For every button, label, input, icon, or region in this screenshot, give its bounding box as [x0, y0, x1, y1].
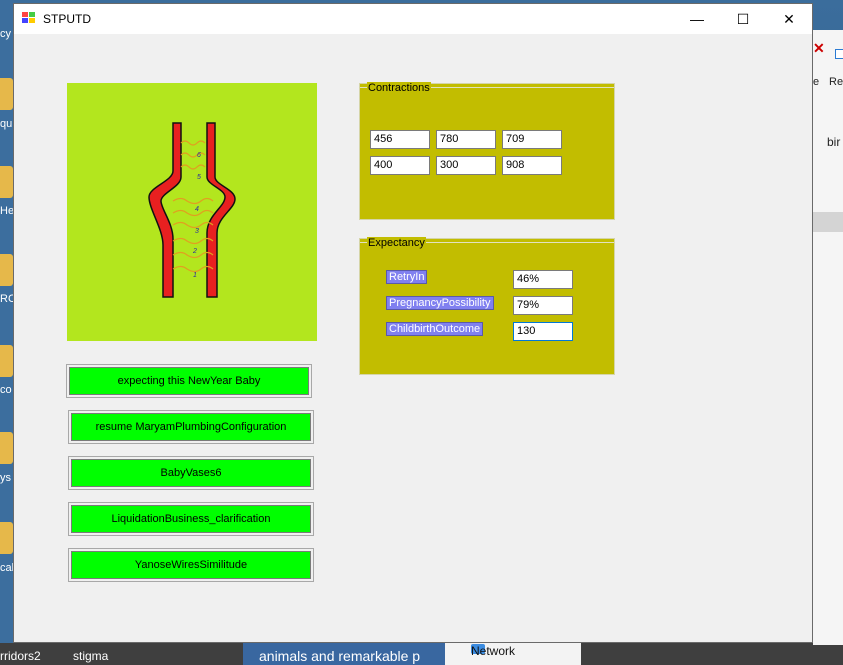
contraction-field[interactable]: 400 [370, 156, 430, 175]
desktop-label[interactable]: cy [0, 28, 11, 40]
folder-icon[interactable] [0, 254, 13, 286]
contractions-group: Contractions 456 780 709 400 300 908 [359, 82, 615, 220]
vessel-picture: 6 5 4 3 2 1 [67, 83, 317, 341]
level-number: 4 [195, 206, 199, 213]
background-window-preview: animals and remarkable p [243, 643, 445, 665]
level-number: 3 [195, 228, 199, 235]
childbirth-outcome-field[interactable]: 130 [513, 322, 573, 341]
network-item[interactable]: Network [445, 640, 581, 665]
yanose-wires-button[interactable]: YanoseWiresSimilitude [68, 548, 314, 582]
button-label: YanoseWiresSimilitude [71, 551, 311, 579]
baby-vases-button[interactable]: BabyVases6 [68, 456, 314, 490]
contraction-field[interactable]: 709 [502, 130, 562, 149]
expecting-newyear-baby-button[interactable]: expecting this NewYear Baby [66, 364, 312, 398]
close-icon: ✕ [813, 40, 825, 56]
folder-icon[interactable] [0, 522, 13, 554]
desktop-label[interactable]: He [0, 205, 14, 217]
scroll-area [813, 212, 843, 232]
ribbon-text: e [813, 76, 820, 88]
resume-plumbing-button[interactable]: resume MaryamPlumbingConfiguration [68, 410, 314, 444]
minimize-button[interactable]: — [674, 4, 720, 34]
level-number: 6 [197, 152, 201, 159]
pregnancy-possibility-field[interactable]: 79% [513, 296, 573, 315]
background-window-edge: ✕ e Re bir [813, 30, 843, 645]
contraction-field[interactable]: 908 [502, 156, 562, 175]
desktop-label[interactable]: cal [0, 562, 14, 574]
window-title: STPUTD [43, 12, 91, 26]
folder-icon[interactable] [0, 166, 13, 198]
maximize-button[interactable]: ☐ [720, 4, 766, 34]
desktop-label[interactable]: co [0, 384, 12, 396]
expectancy-group: Expectancy RetryIn 46% PregnancyPossibil… [359, 237, 615, 375]
button-label: resume MaryamPlumbingConfiguration [71, 413, 311, 441]
main-window: STPUTD — ☐ ✕ 6 5 4 3 2 1 expecting this … [13, 3, 813, 643]
pregnancy-possibility-label: PregnancyPossibility [386, 296, 494, 310]
button-label: BabyVases6 [71, 459, 311, 487]
path-text: bir [827, 135, 841, 149]
childbirth-outcome-label: ChildbirthOutcome [386, 322, 484, 336]
button-label: LiquidationBusiness_clarification [71, 505, 311, 533]
ribbon-text: Re [829, 76, 843, 88]
network-label: Network [471, 644, 516, 658]
contraction-field[interactable]: 300 [436, 156, 496, 175]
folder-icon[interactable] [0, 432, 13, 464]
retryin-label: RetryIn [386, 270, 428, 284]
folder-icon[interactable] [0, 78, 13, 110]
level-number: 2 [192, 248, 197, 255]
contractions-title: Contractions [367, 82, 431, 94]
button-label: expecting this NewYear Baby [69, 367, 309, 395]
desktop-label[interactable]: qu [0, 118, 12, 130]
level-number: 5 [197, 174, 201, 181]
retryin-field[interactable]: 46% [513, 270, 573, 289]
title-bar[interactable]: STPUTD — ☐ ✕ [14, 4, 812, 34]
vessel-right-wall-icon [206, 122, 236, 298]
app-icon [22, 12, 36, 25]
folder-icon[interactable] [0, 345, 13, 377]
desktop-label[interactable]: stigma [73, 649, 108, 663]
level-number: 1 [193, 272, 197, 279]
preview-text: animals and remarkable p [259, 648, 421, 664]
desktop-label[interactable]: rridors2 [0, 649, 41, 663]
liquidation-clarification-button[interactable]: LiquidationBusiness_clarification [68, 502, 314, 536]
desktop-label[interactable]: ys [0, 472, 11, 484]
contraction-field[interactable]: 780 [436, 130, 496, 149]
expectancy-title: Expectancy [367, 237, 426, 249]
vessel-left-wall-icon [148, 122, 182, 298]
checkbox-icon [835, 49, 843, 59]
close-button[interactable]: ✕ [766, 4, 812, 34]
contraction-field[interactable]: 456 [370, 130, 430, 149]
